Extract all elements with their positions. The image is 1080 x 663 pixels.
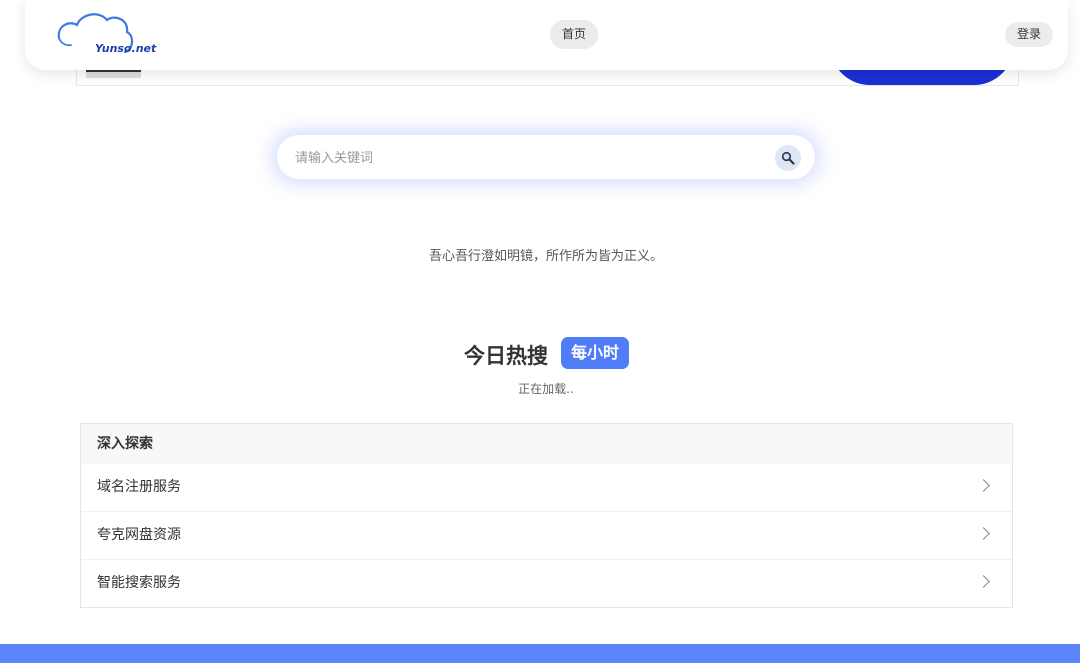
explore-item-quark[interactable]: 夸克网盘资源 xyxy=(81,512,1012,560)
explore-item-domain[interactable]: 域名注册服务 xyxy=(81,464,1012,512)
explore-item-label: 域名注册服务 xyxy=(97,479,181,495)
nav-home-button[interactable]: 首页 xyxy=(550,20,598,49)
logo-text: Yunso.net xyxy=(95,42,157,55)
search-icon xyxy=(781,151,795,165)
explore-item-label: 夸克网盘资源 xyxy=(97,527,181,543)
hot-search-title: 今日热搜 xyxy=(464,344,548,368)
search-input[interactable] xyxy=(293,135,767,181)
explore-panel: 深入探索 域名注册服务 夸克网盘资源 智能搜索服务 xyxy=(80,423,1013,608)
chevron-right-icon xyxy=(977,527,990,540)
site-header: Yunso.net 首页 登录 xyxy=(25,0,1068,70)
explore-title: 深入探索 xyxy=(81,424,1012,464)
loading-status: 正在加载.. xyxy=(518,382,574,396)
chevron-right-icon xyxy=(977,575,990,588)
footer-bar xyxy=(0,644,1080,663)
login-button[interactable]: 登录 xyxy=(1005,22,1053,47)
explore-item-label: 智能搜索服务 xyxy=(97,575,181,591)
logo[interactable]: Yunso.net xyxy=(53,8,156,56)
search-button[interactable] xyxy=(775,145,801,171)
search-box xyxy=(277,135,815,181)
explore-item-search[interactable]: 智能搜索服务 xyxy=(81,560,1012,607)
hourly-badge: 每小时 xyxy=(561,337,629,369)
motto-text: 吾心吾行澄如明镜，所作所为皆为正义。 xyxy=(428,249,663,264)
chevron-right-icon xyxy=(977,479,990,492)
